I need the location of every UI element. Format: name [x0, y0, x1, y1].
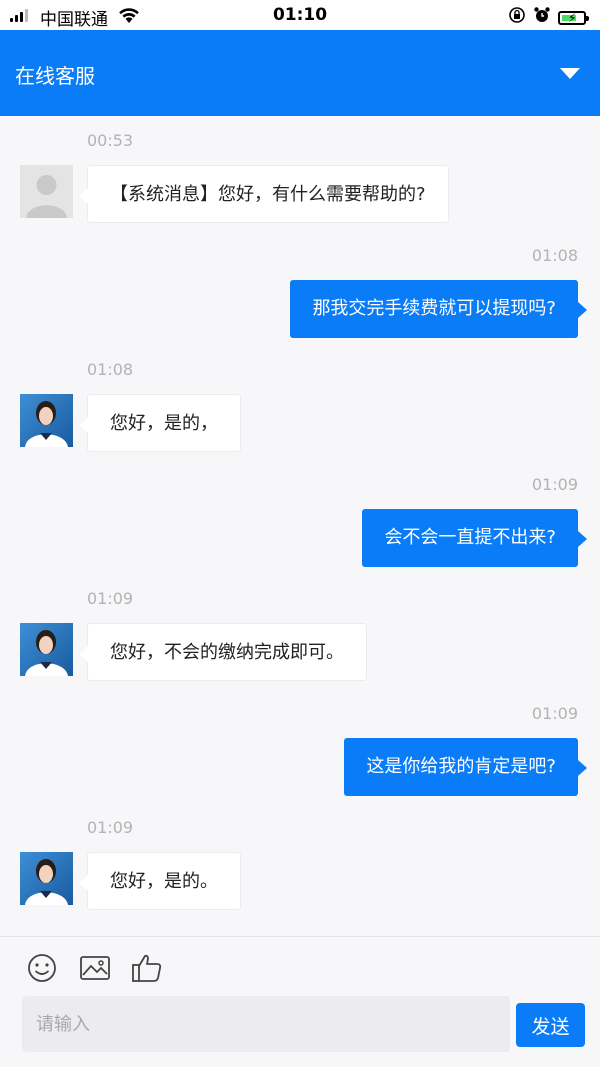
agent-avatar: [20, 623, 73, 676]
message-bubble: 这是你给我的肯定是吧?: [344, 738, 587, 796]
battery-icon: ⚡: [558, 10, 589, 25]
composer: 发送: [0, 936, 600, 1067]
app-header: 在线客服: [0, 30, 600, 116]
message-time: 01:08: [531, 246, 578, 265]
agent-avatar: [20, 852, 73, 905]
message-time: 01:09: [531, 704, 578, 723]
message-bubble: 【系统消息】您好，有什么需要帮助的?: [79, 165, 449, 223]
message-input[interactable]: [22, 996, 510, 1052]
thumbs-up-icon[interactable]: [130, 951, 164, 985]
avatar-default-icon: [20, 165, 73, 218]
message-list: 00:53 【系统消息】您好，有什么需要帮助的? 01:08 那我交完手续费就可…: [0, 116, 600, 936]
send-button[interactable]: 发送: [516, 1003, 585, 1047]
message-time: 01:09: [87, 589, 134, 608]
page-title: 在线客服: [15, 64, 95, 88]
message-bubble: 会不会一直提不出来?: [362, 509, 587, 567]
emoji-icon[interactable]: [25, 951, 59, 985]
message-time: 01:09: [87, 818, 134, 837]
chevron-down-icon[interactable]: [560, 68, 580, 79]
message-bubble: 那我交完手续费就可以提现吗?: [290, 280, 587, 338]
image-icon[interactable]: [78, 951, 112, 985]
message-time: 01:08: [87, 360, 134, 379]
message-time: 01:09: [531, 475, 578, 494]
message-bubble: 您好，是的。: [79, 852, 241, 910]
orientation-lock-icon: [508, 6, 526, 29]
message-time: 00:53: [87, 131, 134, 150]
agent-avatar: [20, 394, 73, 447]
alarm-icon: [533, 6, 551, 29]
message-bubble: 您好，不会的缴纳完成即可。: [79, 623, 367, 681]
status-bar: 中国联通 01:10 ⚡: [0, 0, 600, 30]
message-bubble: 您好，是的，: [79, 394, 241, 452]
